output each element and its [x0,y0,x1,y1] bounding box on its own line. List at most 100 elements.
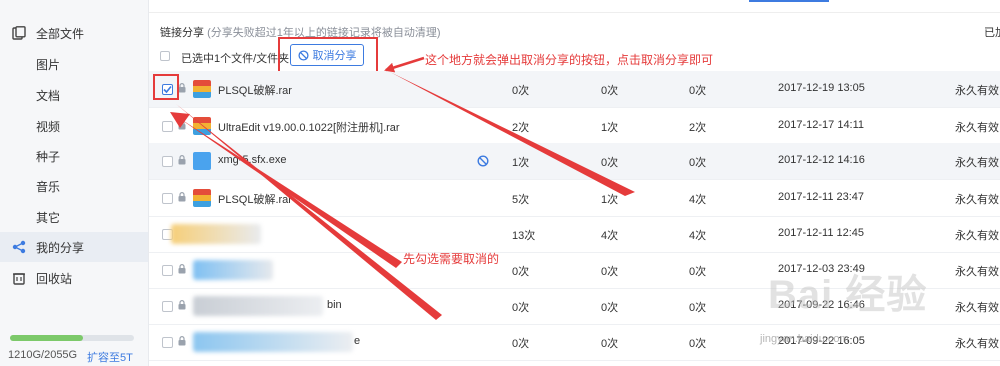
sidebar-item-music[interactable]: 音乐 [0,171,148,201]
table-row[interactable]: 13次 4次 4次 2017-12-11 12:45 永久有效 [149,216,1000,253]
row-value: 0次 [601,302,619,314]
row-value: 0次 [512,85,530,97]
lock-icon [178,155,186,165]
file-name[interactable]: PLSQL破解.rar [218,191,292,207]
file-name[interactable]: PLSQL破解.rar [218,82,292,98]
lock-icon [178,83,186,93]
table-row[interactable]: xmg-5.sfx.exe 1次 0次 0次 2017-12-12 14:16 … [149,143,1000,180]
row-checkbox[interactable] [162,193,173,204]
lock-icon [178,120,186,130]
row-value: 0次 [601,157,619,169]
top-toolbar [149,0,1000,13]
file-name[interactable]: UltraEdit v19.00.0.1022[附注册机].rar [218,119,400,135]
sidebar-item-label: 音乐 [36,179,61,194]
share-icon [12,240,26,254]
blurred-file-name [193,260,273,280]
sidebar-item-torrents[interactable]: 种子 [0,141,148,171]
table-row[interactable]: PLSQL破解.rar 0次 0次 0次 2017-12-19 13:05 永久… [149,71,1000,108]
sidebar-item-label: 我的分享 [36,240,85,255]
file-icon [12,26,26,40]
lock-icon [178,300,186,310]
annotation-box-checkbox [153,74,179,100]
table-row[interactable]: e 0次 0次 0次 2017-09-22 16:05 永久有效 [149,324,1000,361]
sidebar: 全部文件 图片 文档 视频 种子 音乐 其它 我的分享 回收站 1210G/20… [0,0,149,366]
row-date: 2017-12-12 14:16 [778,154,865,166]
sidebar-item-recycle-bin[interactable]: 回收站 [0,263,148,293]
row-validity: 永久有效 [955,230,999,242]
rar-file-icon [193,80,211,98]
row-checkbox[interactable] [162,301,173,312]
row-value: 0次 [512,338,530,350]
select-all-row [160,48,170,64]
sidebar-item-label: 全部文件 [36,26,85,41]
file-name[interactable]: xmg-5.sfx.exe [218,154,286,166]
expand-storage-link[interactable]: 扩容至5T [87,349,133,365]
storage-progress-bar [10,335,134,341]
row-value: 0次 [601,85,619,97]
row-date: 2017-12-17 14:11 [778,119,865,131]
row-checkbox[interactable] [162,156,173,167]
row-value: 13次 [512,230,536,242]
row-value: 0次 [689,85,707,97]
row-value: 0次 [689,338,707,350]
annotation-box-button [278,37,378,74]
row-value: 0次 [512,266,530,278]
sidebar-item-label: 视频 [36,119,61,134]
sidebar-item-label: 文档 [36,88,61,103]
annotation-text-top: 这个地方就会弹出取消分享的按钮，点击取消分享即可 [425,53,714,67]
table-row[interactable]: PLSQL破解.rar 5次 1次 4次 2017-12-11 23:47 永久… [149,180,1000,217]
row-validity: 永久有效 [955,338,999,350]
row-checkbox[interactable] [162,265,173,276]
row-value: 0次 [512,302,530,314]
watermark-logo: Bai 经验 [768,273,928,317]
sidebar-item-label: 回收站 [36,271,73,286]
trash-icon [13,273,25,285]
row-checkbox[interactable] [162,337,173,348]
row-validity: 永久有效 [955,302,999,314]
active-tab-indicator [749,0,829,2]
row-value: 0次 [601,266,619,278]
row-date: 2017-12-19 13:05 [778,82,865,94]
sidebar-item-my-shares[interactable]: 我的分享 [0,232,148,262]
lock-icon [178,192,186,202]
arrow-to-button [384,56,425,73]
row-validity: 永久有效 [955,85,999,97]
sidebar-item-all-files[interactable]: 全部文件 [0,18,148,48]
row-validity: 永久有效 [955,194,999,206]
storage-used-text: 1210G/2055G [8,349,78,361]
lock-icon [178,264,186,274]
rar-file-icon [193,117,211,135]
page-title-text: 链接分享 [160,27,204,39]
sidebar-item-images[interactable]: 图片 [0,49,148,79]
row-validity: 永久有效 [955,157,999,169]
blurred-file-name [193,332,353,352]
file-name[interactable]: e [354,335,360,347]
row-validity: 永久有效 [955,266,999,278]
header-right-text: 已加 [984,27,1000,39]
sidebar-item-label: 种子 [36,149,61,164]
row-value: 0次 [689,266,707,278]
annotation-text-middle: 先勾选需要取消的 [403,252,500,266]
sidebar-item-videos[interactable]: 视频 [0,111,148,141]
row-value: 0次 [601,338,619,350]
row-value: 1次 [601,194,619,206]
sidebar-item-other[interactable]: 其它 [0,202,148,232]
row-date: 2017-12-11 23:47 [778,191,865,203]
exe-file-icon [193,152,211,170]
blurred-file-name [193,296,323,316]
row-value: 1次 [512,157,530,169]
row-value: 2次 [689,122,707,134]
select-all-checkbox[interactable] [160,51,170,61]
file-name[interactable]: bin [327,299,342,311]
cancel-share-icon[interactable] [477,155,489,167]
lock-icon [178,336,186,346]
sidebar-item-documents[interactable]: 文档 [0,80,148,110]
blurred-file-name [171,224,261,244]
row-value: 0次 [689,157,707,169]
row-checkbox[interactable] [162,121,173,132]
table-row[interactable]: UltraEdit v19.00.0.1022[附注册机].rar 2次 1次 … [149,108,1000,145]
watermark-url: jingyan.baidu.com [760,333,849,345]
rar-file-icon [193,189,211,207]
row-value: 4次 [689,194,707,206]
sidebar-item-label: 其它 [36,210,61,225]
